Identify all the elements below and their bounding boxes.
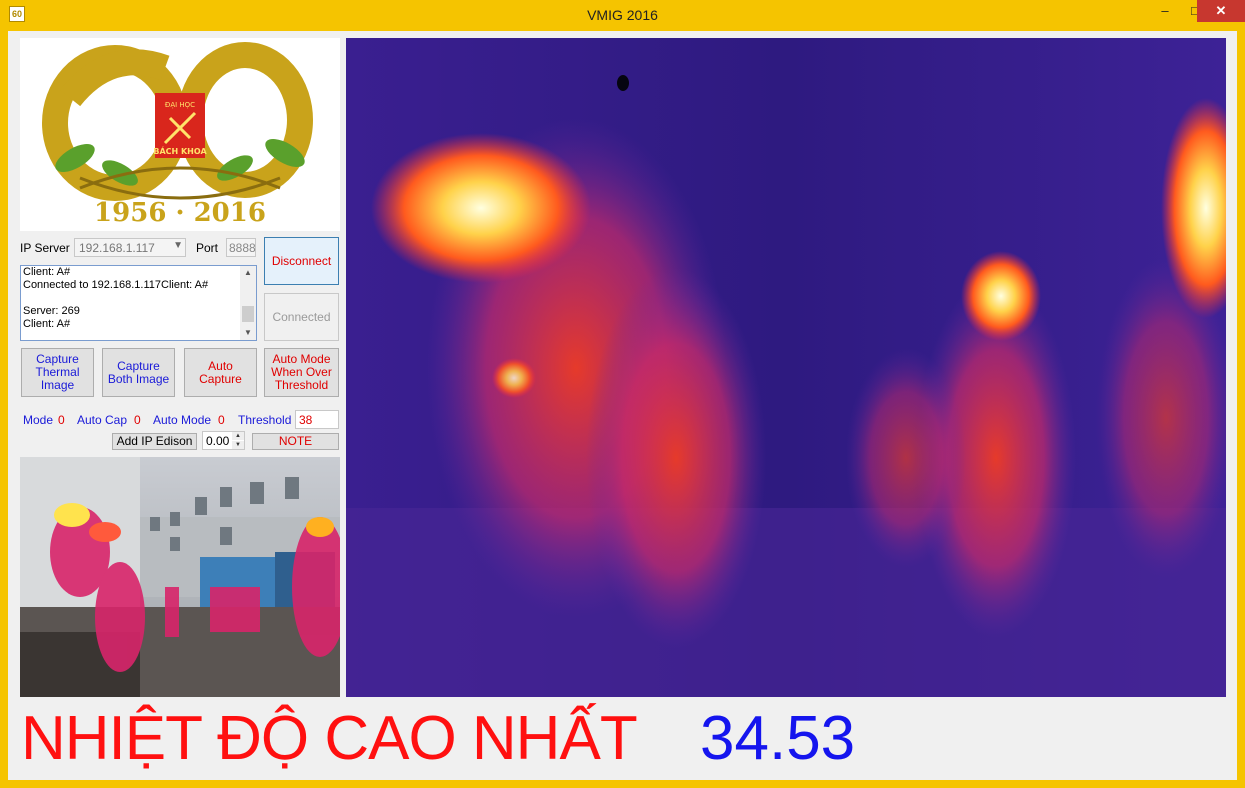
auto-capture-button[interactable]: Auto Capture (184, 348, 257, 397)
log-line: Client: A# (23, 318, 71, 330)
ip-server-label: IP Server (20, 241, 70, 255)
auto-mode-button[interactable]: Auto Mode When Over Threshold (264, 348, 339, 397)
anniversary-logo: ĐẠI HỌC BÁCH KHOA 1956 · 2016 (20, 38, 340, 231)
disconnect-button[interactable]: Disconnect (264, 237, 339, 285)
autocap-label: Auto Cap (77, 413, 128, 427)
spinner-value: 0.00 (206, 434, 230, 448)
note-button[interactable]: NOTE (252, 433, 339, 450)
capture-thermal-button[interactable]: Capture Thermal Image (21, 348, 94, 397)
scroll-thumb[interactable] (242, 306, 254, 322)
ip-server-value: 192.168.1.117 (79, 241, 155, 255)
autocap-value: 0 (134, 413, 141, 427)
port-field[interactable]: 8888 (226, 238, 256, 257)
logo-top-text: ĐẠI HỌC (165, 101, 195, 109)
mode-value: 0 (58, 413, 65, 427)
button-label-line: Auto Mode (272, 352, 331, 366)
value-spinner[interactable]: 0.00 ▲ ▼ (202, 431, 245, 450)
automode-label: Auto Mode (153, 413, 212, 427)
mode-label: Mode (23, 413, 54, 427)
button-label-line: Threshold (274, 378, 329, 392)
button-label-line: Image (40, 378, 75, 392)
log-line: Client: A# (23, 266, 71, 278)
log-line: Server: 269 (23, 305, 80, 317)
chevron-up-icon[interactable]: ▲ (240, 266, 256, 280)
camera-preview-image (20, 457, 340, 697)
title-bar[interactable]: 60 VMIG 2016 – □ ✕ (0, 0, 1245, 30)
window-frame: 60 VMIG 2016 – □ ✕ ĐẠI HỌC BÁCH KHOA 195… (0, 0, 1245, 788)
threshold-input[interactable]: 38 (295, 410, 339, 429)
button-label-line: Capture (117, 358, 160, 373)
chevron-down-icon[interactable]: ▼ (240, 326, 256, 340)
capture-both-button[interactable]: Capture Both Image (102, 348, 175, 397)
spin-up-icon[interactable]: ▲ (232, 432, 244, 440)
log-scrollbar[interactable]: ▲ ▼ (240, 266, 256, 340)
button-label-line: Capture (199, 371, 242, 386)
minimize-button[interactable]: – (1150, 0, 1180, 22)
automode-value: 0 (218, 413, 225, 427)
ip-server-combo[interactable]: 192.168.1.117 ▼ (74, 238, 186, 257)
port-label: Port (196, 241, 219, 255)
connected-button[interactable]: Connected (264, 293, 339, 341)
spin-down-icon[interactable]: ▼ (232, 441, 244, 449)
add-ip-edison-button[interactable]: Add IP Edison (112, 433, 197, 450)
client-area: ĐẠI HỌC BÁCH KHOA 1956 · 2016 IP Server … (8, 31, 1237, 780)
button-label-line: Capture (36, 352, 79, 366)
button-label-line: When Over (271, 365, 332, 379)
button-label-line: Thermal (35, 365, 80, 379)
window-title: VMIG 2016 (587, 7, 658, 23)
max-temperature-value: 34.53 (700, 704, 856, 773)
thermal-image-view (346, 38, 1226, 697)
threshold-label: Threshold (238, 413, 292, 427)
logo-bottom-text: BÁCH KHOA (153, 145, 207, 156)
log-line: Connected to 192.168.1.117Client: A# (23, 279, 209, 291)
button-label-line: Auto (208, 358, 233, 373)
chevron-down-icon[interactable]: ▼ (173, 240, 183, 251)
close-button[interactable]: ✕ (1197, 0, 1245, 22)
log-textbox[interactable]: Client: A# Connected to 192.168.1.117Cli… (20, 265, 257, 341)
button-label-line: Both Image (107, 371, 170, 386)
logo-years: 1956 · 2016 (94, 198, 266, 228)
max-temperature-label: NHIỆT ĐỘ CAO NHẤT (21, 704, 638, 773)
